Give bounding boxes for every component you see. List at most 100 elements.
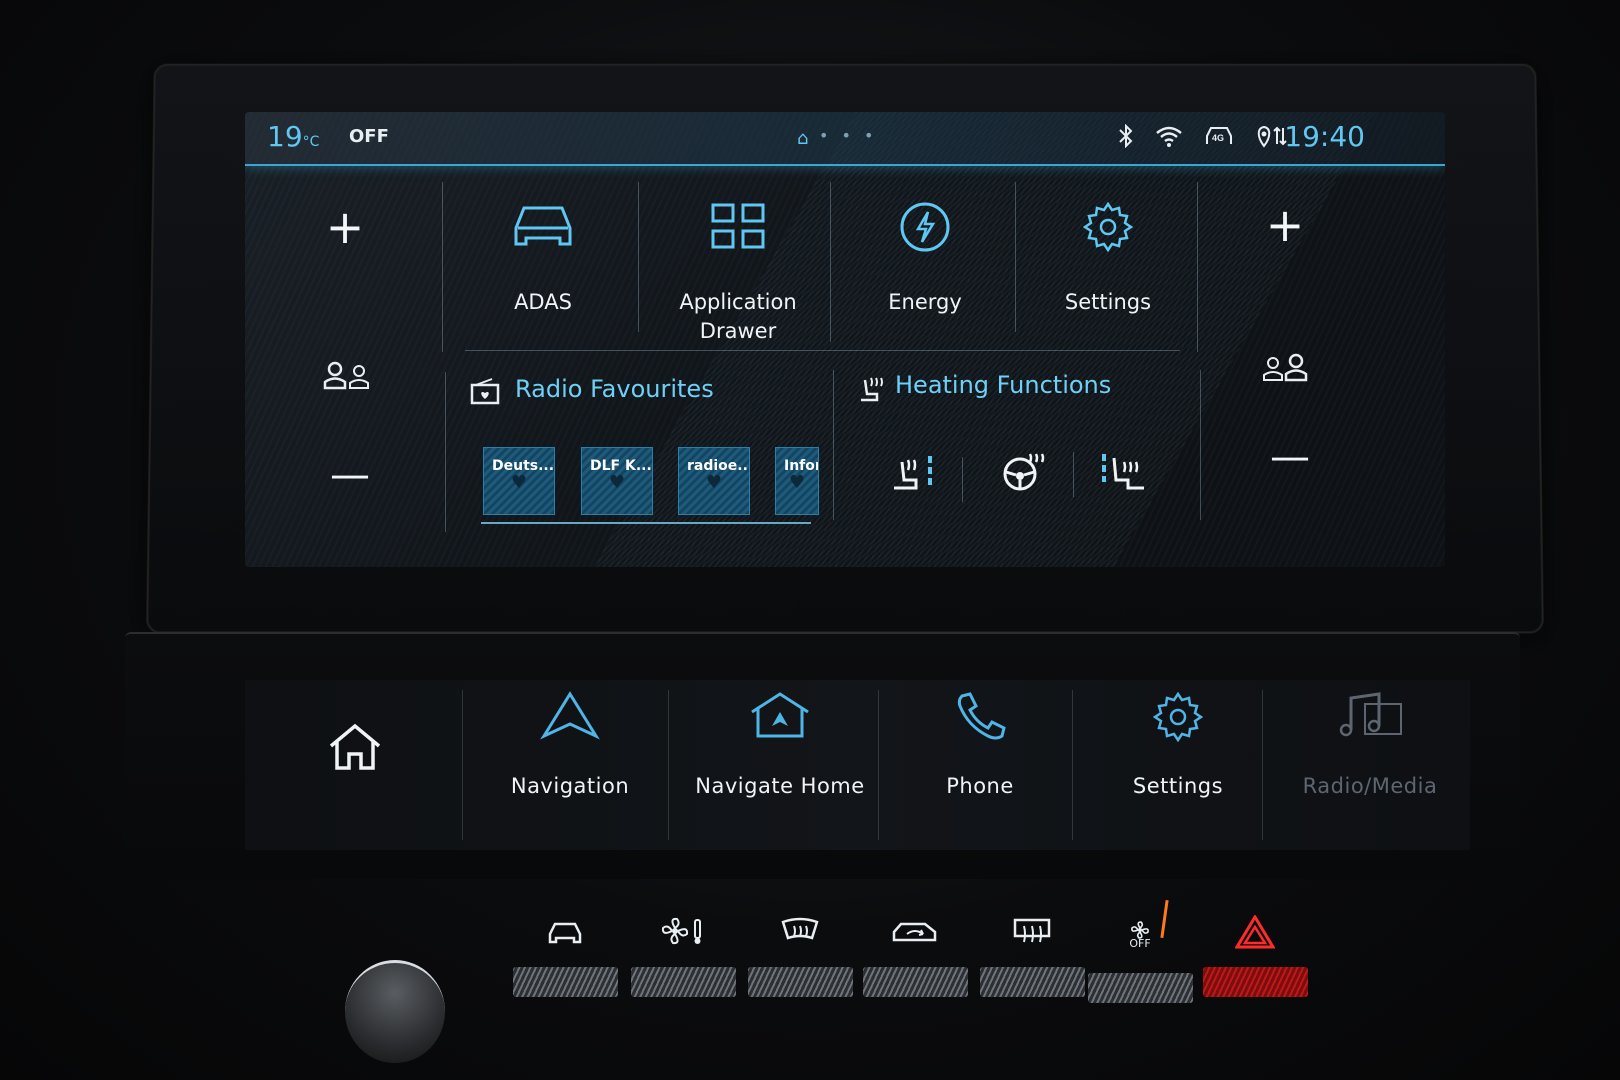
radio-favourites-title[interactable]: Radio Favourites [515, 375, 714, 403]
radio-station-tile[interactable]: DLF K... ♥ [581, 447, 653, 515]
svg-text:4G: 4G [1212, 133, 1224, 143]
right-temp-minus-button[interactable]: — [1260, 434, 1320, 480]
radio-station-tile[interactable]: radioe... ♥ [678, 447, 750, 515]
radio-station-tile[interactable]: Infora♥ [775, 447, 819, 515]
radio-media-button[interactable]: Radio/Media [1275, 690, 1465, 840]
fan-off-label: OFF [1129, 937, 1151, 950]
navigation-button[interactable]: Navigation [475, 690, 665, 840]
touch-screen: 19°C OFF ⌂ • • • 4G 19:40 + — ADAS Appli… [245, 112, 1445, 567]
passenger-profile-icon[interactable] [1245, 352, 1325, 389]
navigate-home-icon [680, 690, 880, 760]
driver-profile-icon[interactable] [307, 360, 387, 397]
gear-icon [1083, 690, 1273, 760]
tile-label: Application Drawer [679, 290, 797, 343]
button-pad [630, 967, 736, 997]
divider [1197, 182, 1198, 352]
radio-media-label: Radio/Media [1302, 774, 1438, 798]
navigation-arrow-icon [475, 690, 665, 760]
button-pad [1087, 973, 1193, 1003]
tile-settings[interactable]: Settings [1013, 182, 1203, 352]
favourites-scrollbar[interactable] [481, 522, 811, 524]
gear-icon [1013, 200, 1203, 270]
volume-knob[interactable] [345, 960, 445, 1063]
heart-icon: ♥ [608, 472, 626, 493]
rear-defrost-icon [977, 915, 1087, 959]
fan-off-button[interactable]: OFF [1085, 915, 1195, 1003]
temperature-readout[interactable]: 19°C [267, 120, 319, 153]
button-pad [747, 967, 853, 997]
hazard-button[interactable] [1200, 914, 1310, 997]
app-grid-icon [643, 200, 833, 270]
phone-button[interactable]: Phone [885, 690, 1075, 840]
divider [638, 182, 639, 332]
divider [1072, 690, 1073, 840]
left-temp-minus-button[interactable]: — [320, 452, 380, 498]
fan-off-icon: OFF [1085, 915, 1195, 965]
tile-label: Settings [1064, 290, 1152, 314]
heart-icon: ♥ [788, 472, 806, 493]
tile-adas[interactable]: ADAS [448, 182, 638, 352]
settings-button[interactable]: Settings [1083, 690, 1273, 840]
bluetooth-icon [1117, 123, 1135, 154]
divider [465, 350, 1180, 351]
divider [833, 370, 834, 520]
station-name: Deuts... [492, 458, 555, 474]
home-button[interactable] [260, 690, 450, 840]
button-pad [862, 967, 968, 997]
home-indicator-icon: ⌂ [797, 128, 809, 149]
temperature-value: 19 [267, 120, 303, 153]
heart-icon: ♥ [510, 472, 528, 493]
phone-icon [885, 690, 1075, 760]
car-button[interactable] [510, 915, 620, 997]
tile-energy[interactable]: Energy [830, 182, 1020, 352]
4g-icon: 4G [1203, 124, 1235, 154]
button-pad [1202, 967, 1308, 997]
temperature-unit: °C [302, 134, 320, 150]
car-front-icon [448, 200, 638, 270]
radio-station-tile[interactable]: Deuts... ♥ [483, 447, 555, 515]
rear-defrost-button[interactable] [977, 915, 1087, 997]
status-icons: 4G [1117, 123, 1289, 154]
navigation-label: Navigation [510, 774, 630, 798]
page-indicator: • • • [819, 126, 878, 145]
station-name: radioe... [687, 458, 750, 474]
lightning-icon [830, 200, 1020, 270]
hazard-icon [1200, 914, 1310, 959]
button-pad [979, 967, 1085, 997]
music-note-icon [1275, 690, 1465, 760]
divider [442, 182, 443, 352]
heating-functions-title[interactable]: Heating Functions [895, 371, 1111, 399]
fan-temp-button[interactable] [628, 915, 738, 997]
tile-label: ADAS [514, 290, 572, 314]
home-icon [260, 720, 450, 790]
windshield-defrost-icon [745, 915, 855, 959]
station-name: DLF K... [590, 458, 652, 474]
car-icon [510, 915, 620, 959]
windshield-defrost-button[interactable] [745, 915, 855, 997]
status-bar: 19°C OFF ⌂ • • • 4G 19:40 [245, 112, 1445, 166]
button-pad [512, 967, 618, 997]
divider [1200, 370, 1201, 520]
steering-wheel-heat-icon[interactable] [1000, 452, 1048, 501]
divider [1262, 690, 1263, 840]
right-temp-plus-button[interactable]: + [1255, 198, 1315, 252]
heart-icon: ♥ [705, 472, 723, 493]
fan-temp-icon [628, 915, 738, 959]
seat-heat-icon[interactable] [890, 452, 938, 501]
divider [445, 372, 446, 532]
navigate-home-button[interactable]: Navigate Home [680, 690, 880, 840]
wifi-icon [1155, 124, 1183, 154]
ac-state[interactable]: OFF [349, 126, 389, 147]
tile-application-drawer[interactable]: Application Drawer [643, 182, 833, 352]
divider [962, 457, 963, 502]
settings-label: Settings [1132, 774, 1224, 798]
recirculation-button[interactable] [860, 915, 970, 997]
divider [878, 690, 879, 840]
phone-label: Phone [946, 774, 1014, 798]
rear-seat-heat-icon[interactable] [1100, 452, 1148, 501]
divider [668, 690, 669, 840]
clock: 19:40 [1284, 120, 1365, 153]
radio-icon [470, 377, 500, 411]
navigate-home-label: Navigate Home [695, 774, 865, 798]
left-temp-plus-button[interactable]: + [315, 200, 375, 254]
